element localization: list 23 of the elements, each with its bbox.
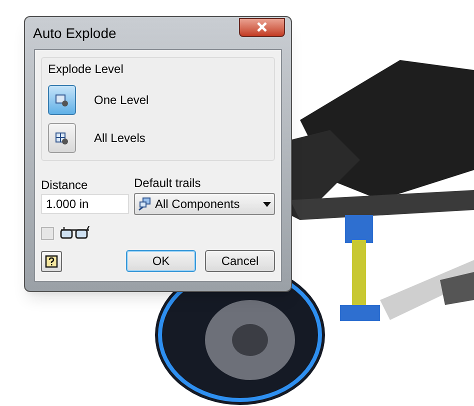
caret-icon bbox=[263, 202, 271, 206]
close-button[interactable] bbox=[239, 18, 285, 36]
dialog-button[interactable]: Cancel bbox=[205, 250, 275, 272]
dialog-button[interactable]: OK bbox=[126, 250, 196, 272]
level-label: All Levels bbox=[94, 130, 146, 147]
trails-label: Default trails bbox=[134, 175, 202, 190]
help-icon bbox=[45, 254, 58, 268]
distance-label: Distance bbox=[41, 177, 89, 192]
glasses-icon bbox=[59, 226, 91, 240]
level-button[interactable] bbox=[48, 85, 76, 115]
group-title: Explode Level bbox=[48, 61, 124, 78]
levels-icon bbox=[55, 132, 69, 144]
level-button[interactable] bbox=[48, 123, 76, 153]
trails-dropdown[interactable]: All Components bbox=[134, 193, 275, 215]
close-icon bbox=[256, 22, 268, 32]
level-icon bbox=[55, 94, 69, 106]
distance-field[interactable]: 1.000 in bbox=[41, 194, 129, 214]
dropdown-value: All Components bbox=[155, 196, 241, 213]
window-title: Auto Explode bbox=[33, 24, 116, 43]
components-icon bbox=[138, 197, 152, 211]
help-button[interactable] bbox=[41, 250, 62, 272]
level-label: One Level bbox=[94, 92, 149, 109]
trails-checkbox[interactable] bbox=[41, 226, 54, 240]
